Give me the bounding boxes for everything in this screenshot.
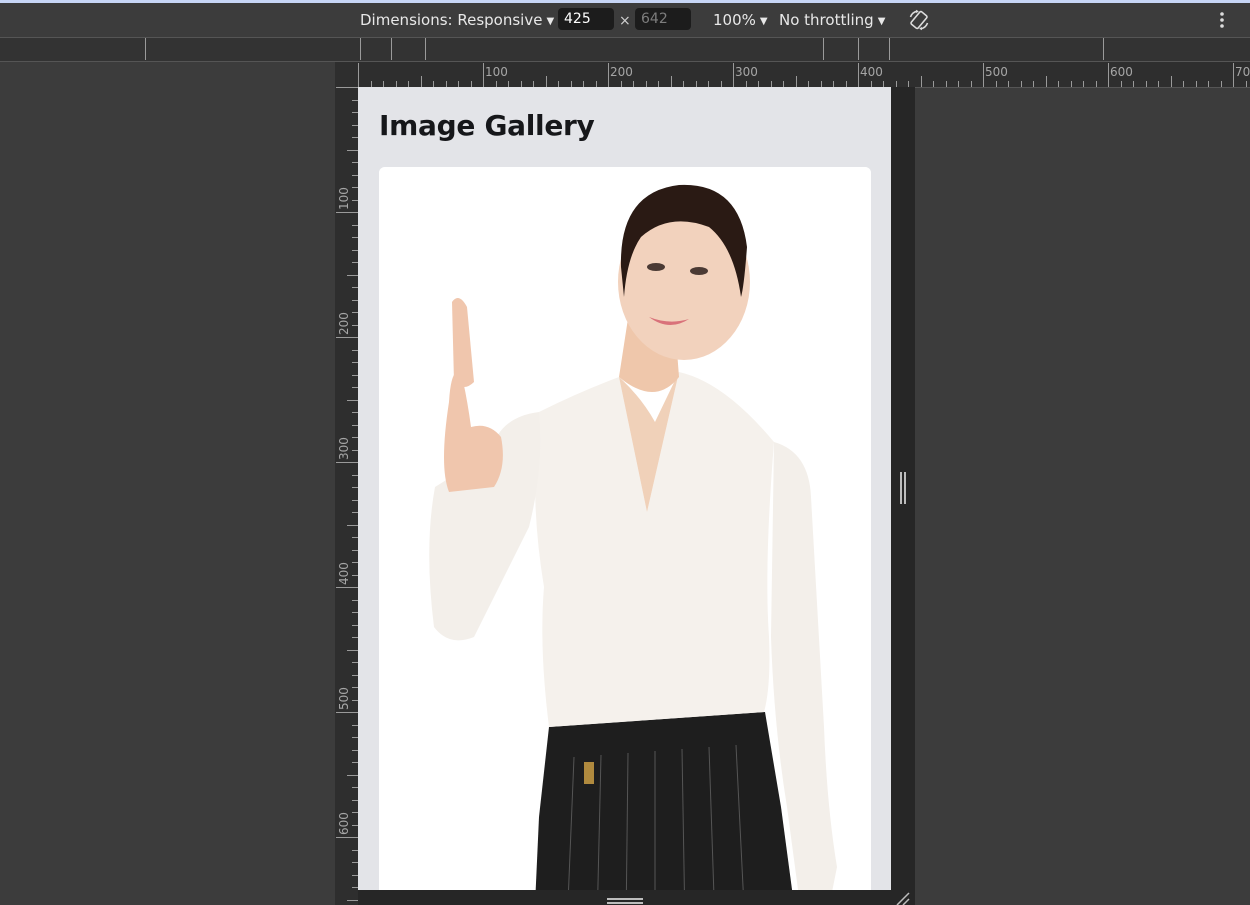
ruler-tick [945,81,947,87]
ruler-label: 600 [337,812,351,835]
vertical-ruler: 100 200 300 400 500 600 [335,87,359,905]
media-query-marker[interactable] [858,38,859,60]
ruler-tick [336,712,358,713]
media-query-marker[interactable] [145,38,146,60]
ruler-tick [1070,81,1072,87]
bottom-resize-handle-icon[interactable] [607,897,643,905]
ruler-tick [1033,81,1034,87]
ruler-tick [336,462,358,463]
media-query-marker[interactable] [391,38,392,60]
media-query-bar [0,38,1250,62]
device-toolbar: Dimensions: Responsive ▼ 425 × 642 100% ▼ … [0,3,1250,38]
ruler-tick [670,76,672,87]
ruler-tick [336,837,358,838]
ruler-tick [1233,63,1234,87]
ruler-label: 200 [337,312,351,335]
horizontal-ruler: 100 200 300 400 500 600 70 [335,62,1250,88]
ruler-tick [795,76,797,87]
dimensions-label: Dimensions: Responsive [360,11,543,29]
ruler-tick [347,524,358,526]
resize-handle-icon[interactable] [899,472,907,504]
ruler-tick [995,81,997,87]
ruler-tick [1245,81,1247,87]
ruler-tick [347,274,358,276]
ruler-tick [1158,81,1159,87]
ruler-tick [1145,81,1147,87]
ruler-tick [983,63,984,87]
ruler-tick [1045,76,1047,87]
gallery-image-card[interactable] [379,167,871,890]
rotate-icon[interactable] [907,8,931,32]
caret-down-icon: ▼ [546,16,555,27]
media-query-marker[interactable] [425,38,426,60]
media-query-marker[interactable] [889,38,890,60]
ruler-tick [1183,81,1184,87]
ruler-tick [1058,81,1059,87]
ruler-tick [858,63,859,87]
ruler-tick [1208,81,1209,87]
ruler-label: 200 [610,65,633,79]
device-viewport: Image Gallery [358,87,891,890]
ruler-tick [347,649,358,651]
corner-resize-handle-icon[interactable] [893,891,911,905]
ruler-label: 300 [337,437,351,460]
ruler-tick [1083,81,1084,87]
ruler-tick [608,63,609,87]
ruler-tick [545,76,547,87]
ruler-tick [1108,63,1109,87]
times-separator: × [619,13,631,29]
ruler-tick [970,81,972,87]
ruler-label: 500 [985,65,1008,79]
ruler-label: 100 [485,65,508,79]
ruler-tick [358,63,359,87]
ruler-tick [1095,81,1097,87]
ruler-tick [336,337,358,338]
gallery-image [379,167,871,890]
ruler-tick [483,63,484,87]
ruler-tick [336,212,358,213]
ruler-tick [1170,76,1172,87]
ruler-tick [920,76,922,87]
ruler-tick [1220,81,1222,87]
ruler-label: 300 [735,65,758,79]
ruler-label: 600 [1110,65,1133,79]
ruler-tick [336,87,358,88]
ruler-tick [733,63,734,87]
ruler-label: 500 [337,687,351,710]
ruler-label: 100 [337,187,351,210]
ruler-tick [347,774,358,776]
ruler-tick [958,81,959,87]
more-vertical-icon[interactable] [1214,10,1230,30]
ruler-tick [1195,81,1197,87]
ruler-tick [420,76,422,87]
height-input[interactable]: 642 [635,8,691,30]
dimensions-dropdown[interactable]: Dimensions: Responsive ▼ [360,3,554,37]
throttling-dropdown[interactable]: No throttling ▼ [779,3,885,37]
caret-down-icon: ▼ [759,16,768,27]
ruler-label: 400 [860,65,883,79]
ruler-label: 400 [337,562,351,585]
ruler-tick [336,587,358,588]
throttling-label: No throttling [779,11,874,29]
width-input[interactable]: 425 [558,8,614,30]
ruler-tick [347,899,358,901]
media-query-marker[interactable] [1103,38,1104,60]
ruler-tick [1120,81,1122,87]
ruler-tick [933,81,934,87]
ruler-tick [1133,81,1134,87]
media-query-marker[interactable] [823,38,824,60]
zoom-label: 100% [713,11,756,29]
page-title: Image Gallery [379,109,595,142]
ruler-tick [1020,81,1022,87]
ruler-tick [347,149,358,151]
caret-down-icon: ▼ [877,16,886,27]
ruler-tick [347,399,358,401]
ruler-tick [1008,81,1009,87]
zoom-dropdown[interactable]: 100% ▼ [713,3,768,37]
media-query-marker[interactable] [360,38,361,60]
ruler-label: 70 [1235,65,1250,79]
